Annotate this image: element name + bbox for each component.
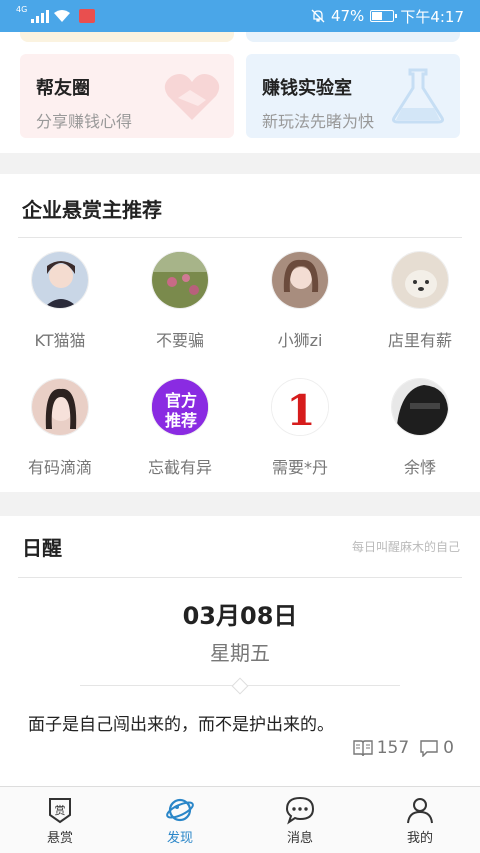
user-name: 不要骗	[155, 331, 204, 350]
friends-circle-card[interactable]: 帮友圈 分享赚钱心得	[20, 54, 234, 138]
svg-text:赏: 赏	[55, 804, 66, 817]
bottom-nav: 赏 悬赏 发现 消息 我的	[0, 786, 480, 853]
avatar	[391, 251, 449, 309]
tab-messages[interactable]: 消息	[240, 787, 360, 853]
tab-discover[interactable]: 发现	[120, 787, 240, 853]
user-name: 余悸	[403, 458, 436, 477]
daily-weekday: 星期五	[210, 641, 270, 665]
daily-section: 日醒 每日叫醒麻木的自己 03月08日 星期五 面子是自己闯出来的，而不是护出来…	[0, 516, 480, 786]
network-type: 4G	[16, 5, 28, 14]
recommend-user[interactable]: KT猫猫	[0, 251, 120, 378]
avatar	[31, 378, 89, 436]
tab-reward[interactable]: 赏 悬赏	[0, 787, 120, 853]
recommend-user[interactable]: 余悸	[360, 378, 480, 505]
daily-header: 日醒 每日叫醒麻木的自己	[18, 516, 462, 578]
recommend-user[interactable]: 1 需要*丹	[240, 378, 360, 505]
user-name: 需要*丹	[271, 458, 328, 477]
feature-cards-area: 帮友圈 分享赚钱心得 赚钱实验室 新玩法先睹为快	[0, 32, 480, 153]
recommend-section: 企业悬赏主推荐 KT猫猫 不要骗 小狮zi 店里有薪 有码滴滴 官方 推荐 忘截…	[0, 174, 480, 492]
avatar	[31, 251, 89, 309]
handshake-heart-icon	[164, 74, 220, 120]
app-notification-icon	[79, 9, 96, 23]
status-bar: 4G 47% 下午4:17	[0, 0, 480, 32]
avatar	[391, 378, 449, 436]
wifi-icon	[54, 10, 71, 22]
user-name: 小狮zi	[277, 331, 323, 350]
planet-icon	[166, 798, 194, 821]
status-left: 4G	[16, 5, 96, 23]
divider	[80, 677, 400, 695]
person-icon	[407, 797, 433, 823]
avatar	[271, 251, 329, 309]
reads-stat: 157	[353, 738, 409, 758]
avatar	[151, 251, 209, 309]
avatar: 1	[271, 378, 329, 436]
recommend-user[interactable]: 店里有薪	[360, 251, 480, 378]
daily-title: 日醒	[22, 536, 62, 560]
recommend-title: 企业悬赏主推荐	[18, 174, 462, 238]
tab-mine[interactable]: 我的	[360, 787, 480, 853]
mute-bell-icon	[311, 9, 325, 23]
daily-date: 03月08日	[182, 602, 298, 630]
user-name: 有码滴滴	[27, 458, 92, 477]
comments-count: 0	[443, 738, 454, 758]
avatar: 官方 推荐	[151, 378, 209, 436]
user-name: 店里有薪	[387, 331, 452, 350]
reads-count: 157	[376, 738, 410, 758]
daily-subtitle: 每日叫醒麻木的自己	[351, 540, 460, 554]
comments-stat[interactable]: 0	[419, 738, 454, 758]
user-name: KT猫猫	[34, 331, 86, 350]
tab-label: 我的	[406, 830, 433, 846]
daily-stats: 157 0	[353, 738, 454, 758]
svg-text:官方: 官方	[165, 391, 197, 410]
user-name: 忘截有异	[147, 458, 212, 477]
tab-label: 消息	[286, 830, 313, 846]
signal-icon	[31, 9, 50, 23]
clock: 下午4:17	[400, 7, 464, 26]
flask-icon	[392, 68, 444, 124]
tab-label: 悬赏	[46, 830, 73, 846]
tab-label: 发现	[166, 830, 193, 846]
comment-icon	[420, 740, 438, 757]
recommend-user[interactable]: 有码滴滴	[0, 378, 120, 505]
open-book-icon	[353, 740, 373, 757]
status-right: 47% 下午4:17	[311, 6, 464, 27]
battery-percent: 47%	[330, 7, 365, 25]
svg-text:1: 1	[286, 386, 315, 435]
svg-text:推荐: 推荐	[165, 411, 197, 430]
recommend-user[interactable]: 小狮zi	[240, 251, 360, 378]
reward-icon: 赏	[49, 797, 71, 823]
daily-quote[interactable]: 面子是自己闯出来的，而不是护出来的。	[28, 710, 480, 735]
battery-icon	[370, 10, 398, 22]
money-lab-card[interactable]: 赚钱实验室 新玩法先睹为快	[246, 54, 460, 138]
recommend-user[interactable]: 不要骗	[120, 251, 240, 378]
recommend-user[interactable]: 官方 推荐 忘截有异	[120, 378, 240, 505]
previous-card-edge	[20, 32, 234, 42]
previous-card-edge-2	[246, 32, 460, 42]
recommend-grid: KT猫猫 不要骗 小狮zi 店里有薪 有码滴滴 官方 推荐 忘截有异 1 需要*…	[0, 238, 480, 505]
chat-bubble-icon	[285, 796, 315, 824]
